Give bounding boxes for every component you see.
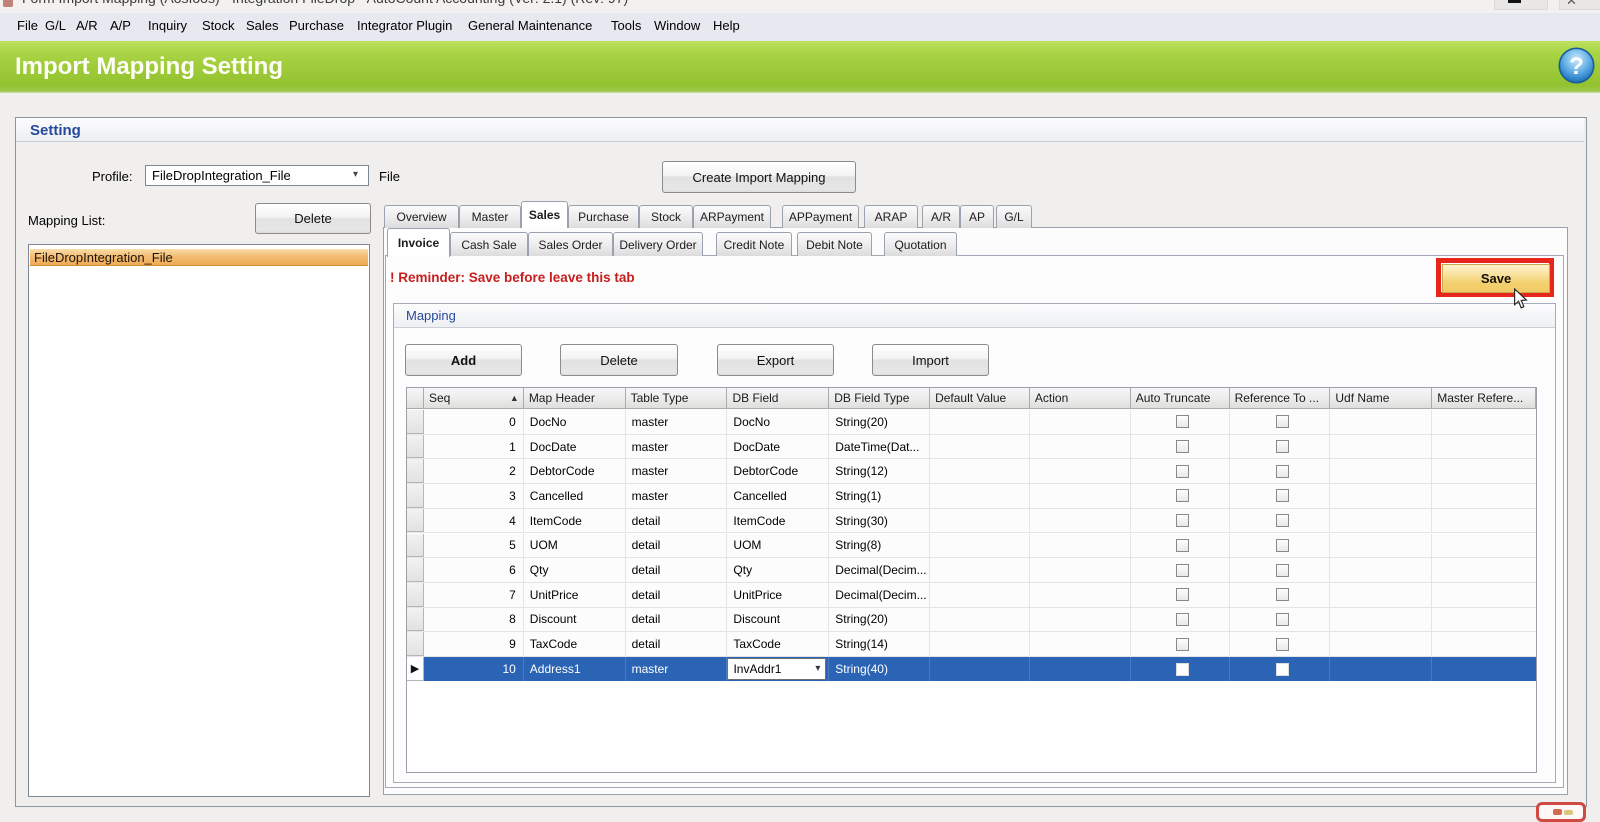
svg-text:?: ? [1569, 53, 1584, 80]
